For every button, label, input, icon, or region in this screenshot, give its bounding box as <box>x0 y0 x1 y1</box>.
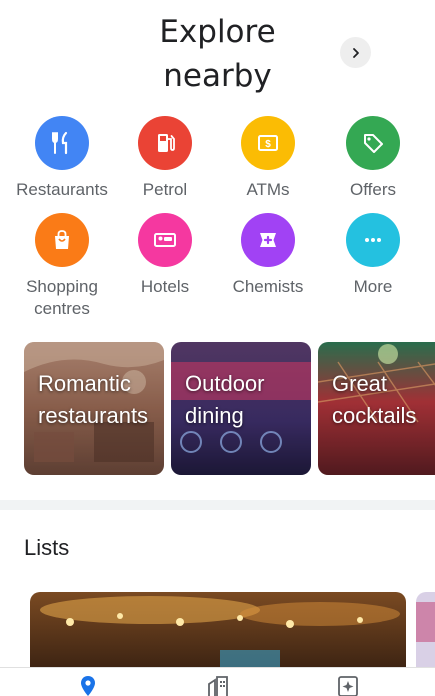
explore-pin-icon <box>81 676 95 696</box>
category-label: More <box>353 277 393 296</box>
shopping-circle <box>35 213 89 267</box>
restaurant-circle <box>35 116 89 170</box>
more-dots-icon <box>365 238 381 242</box>
category-label: Chemists <box>232 277 304 296</box>
for-you-sparkle-icon <box>338 676 358 696</box>
list-card-photo-next[interactable] <box>416 592 435 672</box>
category-offers[interactable]: Offers <box>319 116 427 201</box>
category-atms[interactable]: $ ATMs <box>214 116 322 201</box>
commute-building-icon <box>208 676 228 696</box>
page-title-line2: nearby <box>163 58 272 94</box>
petrol-circle <box>138 116 192 170</box>
nav-for-you[interactable] <box>336 674 360 696</box>
collection-card-romantic[interactable]: Romantic restaurants <box>24 342 164 475</box>
chevron-right-icon <box>352 47 359 58</box>
category-restaurants[interactable]: Restaurants <box>8 116 116 201</box>
fuel-pump-icon <box>158 134 175 152</box>
pharmacy-icon <box>260 233 276 247</box>
collection-card-outdoor-dining[interactable]: Outdoor dining <box>171 342 311 475</box>
category-more[interactable]: More <box>319 213 427 298</box>
nav-commute[interactable] <box>206 674 230 696</box>
chemists-circle <box>241 213 295 267</box>
category-label: Offers <box>350 180 396 199</box>
bottom-navigation <box>0 667 435 696</box>
hotels-circle <box>138 213 192 267</box>
svg-text:$: $ <box>265 139 271 150</box>
collection-card-cocktails[interactable]: Great cocktails <box>318 342 435 475</box>
category-label: ATMs <box>246 180 290 199</box>
list-card-photo[interactable] <box>30 592 406 672</box>
explore-header: Explore nearby <box>0 0 435 110</box>
category-label: Shopping centres <box>26 277 98 318</box>
atm-circle: $ <box>241 116 295 170</box>
expand-button[interactable] <box>340 37 371 68</box>
collection-label: Outdoor dining <box>185 371 265 428</box>
category-shopping-centres[interactable]: Shopping centres <box>8 213 116 320</box>
category-label: Petrol <box>142 180 188 199</box>
category-label: Restaurants <box>16 180 108 199</box>
more-circle <box>346 213 400 267</box>
shopping-bag-icon <box>55 230 69 249</box>
collection-label: Great cocktails <box>332 371 417 428</box>
list-venue-photo-next <box>416 592 435 672</box>
nav-explore[interactable] <box>76 674 100 696</box>
tag-icon <box>364 134 383 153</box>
category-petrol[interactable]: Petrol <box>111 116 219 201</box>
collection-label: Romantic restaurants <box>38 371 149 428</box>
category-label: Hotels <box>140 277 190 296</box>
offers-circle <box>346 116 400 170</box>
section-divider <box>0 500 435 510</box>
bed-icon <box>154 233 176 247</box>
fork-knife-icon <box>52 131 68 155</box>
atm-icon: $ <box>258 135 278 151</box>
category-chemists[interactable]: Chemists <box>214 213 322 298</box>
category-hotels[interactable]: Hotels <box>111 213 219 298</box>
lists-section-title: Lists <box>24 535 70 560</box>
list-venue-photo <box>30 592 406 672</box>
